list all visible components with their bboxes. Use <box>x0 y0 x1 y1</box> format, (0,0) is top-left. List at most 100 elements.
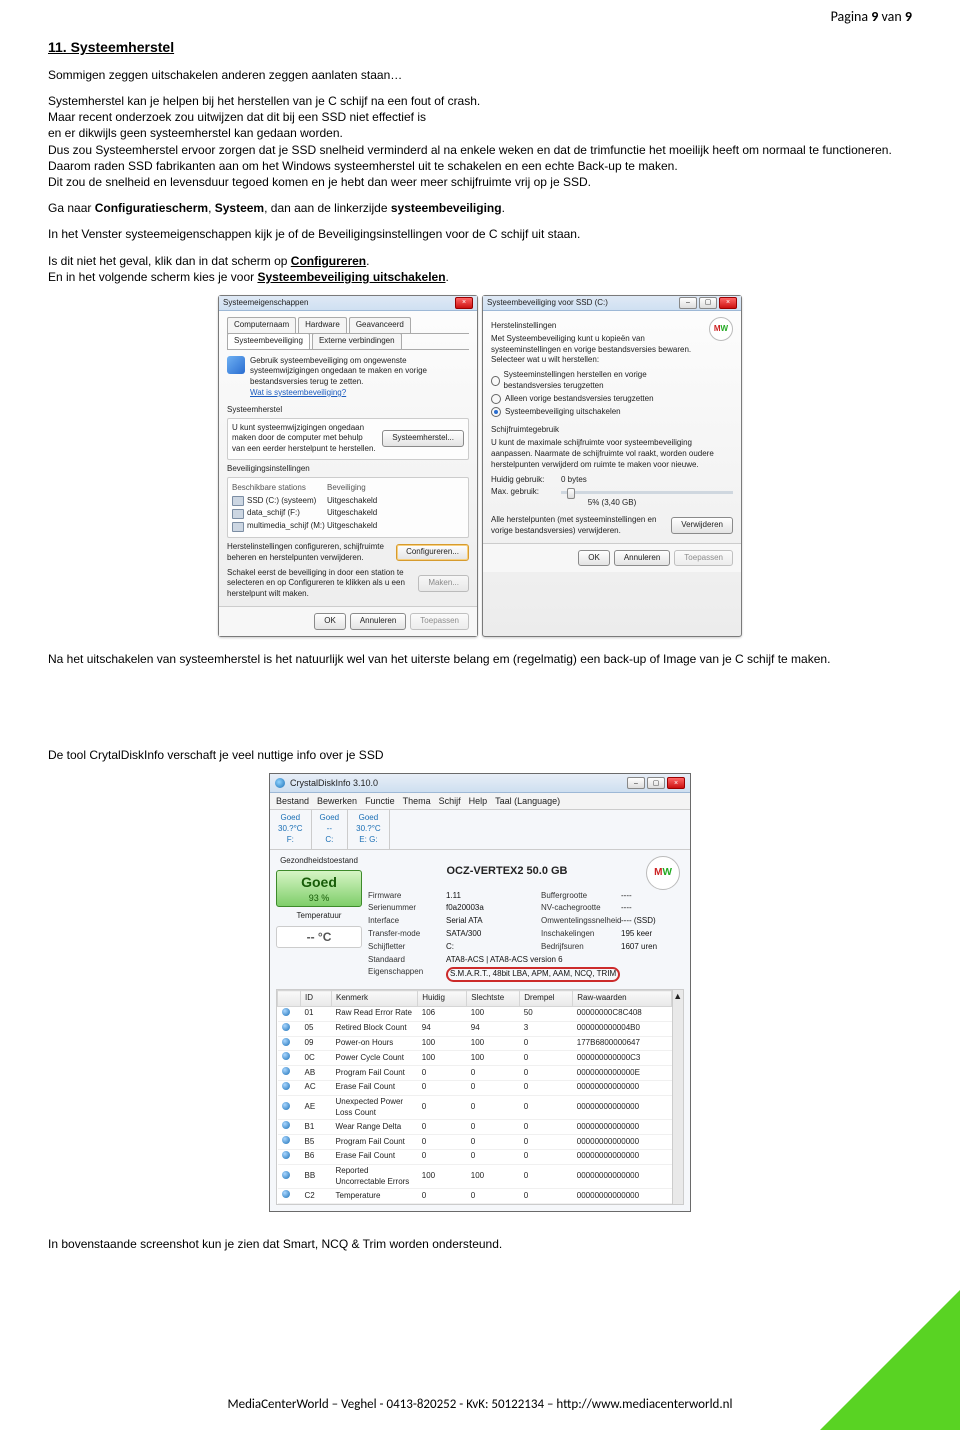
status-dot-icon <box>282 1136 290 1144</box>
tab-hardware[interactable]: Hardware <box>298 317 347 333</box>
verwijderen-button[interactable]: Verwijderen <box>671 517 733 534</box>
menu-schijf[interactable]: Schijf <box>439 795 461 807</box>
disk-tab[interactable]: Goed30.?°CE: G: <box>348 810 390 848</box>
body-text: In het Venster systeemeigenschappen kijk… <box>48 226 912 242</box>
close-icon[interactable]: × <box>455 297 473 309</box>
maken-button[interactable]: Maken... <box>418 575 469 592</box>
titlebar[interactable]: CrystalDiskInfo 3.10.0 – ▢ × <box>270 774 690 793</box>
smart-row[interactable]: B1Wear Range Delta00000000000000000 <box>278 1120 672 1135</box>
col-beveiliging: Beveiliging <box>327 483 464 494</box>
disk-tab[interactable]: Goed--C: <box>312 810 349 848</box>
temperature-label: Temperatuur <box>276 911 362 922</box>
usage-slider[interactable] <box>561 491 733 494</box>
titlebar[interactable]: Systeemeigenschappen × <box>219 296 477 311</box>
drive-icon <box>232 496 244 506</box>
green-corner-decoration <box>820 1290 960 1430</box>
body-text: De tool CrytalDiskInfo verschaft je veel… <box>48 747 912 763</box>
body-text: Dit zou de snelheid en levensduur tegoed… <box>48 174 912 190</box>
col-drempel[interactable]: Drempel <box>520 991 573 1007</box>
col-huidig[interactable]: Huidig <box>418 991 467 1007</box>
status-dot-icon <box>282 1038 290 1046</box>
col-raw[interactable]: Raw-waarden <box>573 991 672 1007</box>
status-dot-icon <box>282 1171 290 1179</box>
radio-disable-protection[interactable]: Systeembeveiliging uitschakelen <box>491 407 703 418</box>
col-blank[interactable] <box>278 991 301 1007</box>
pagenum-mid: van <box>878 8 905 25</box>
close-icon[interactable]: × <box>719 297 737 309</box>
tab-systeembeveiliging[interactable]: Systeembeveiliging <box>227 333 310 349</box>
smart-row[interactable]: C2Temperature00000000000000000 <box>278 1189 672 1204</box>
maximize-icon[interactable]: ▢ <box>699 297 717 309</box>
smart-row[interactable]: 0CPower Cycle Count1001000000000000000C3 <box>278 1051 672 1066</box>
toepassen-button[interactable]: Toepassen <box>674 550 733 567</box>
col-slechtste[interactable]: Slechtste <box>467 991 520 1007</box>
schijfruimte-heading: Schijfruimtegebruik <box>491 425 733 436</box>
tabs-row2: Systeembeveiliging Externe verbindingen <box>227 333 469 350</box>
crystaldiskinfo-window: CrystalDiskInfo 3.10.0 – ▢ × Bestand Bew… <box>269 773 691 1212</box>
smart-row[interactable]: AEUnexpected Power Loss Count00000000000… <box>278 1095 672 1120</box>
ok-button[interactable]: OK <box>314 613 346 630</box>
status-dot-icon <box>282 1082 290 1090</box>
status-dot-icon <box>282 1052 290 1060</box>
tab-computernaam[interactable]: Computernaam <box>227 317 296 333</box>
menu-bewerken[interactable]: Bewerken <box>317 795 357 807</box>
disk-tab[interactable]: Goed30.?°CF: <box>270 810 312 848</box>
systeemherstel-button[interactable]: Systeemherstel... <box>382 430 464 447</box>
health-status: Goed <box>279 873 359 892</box>
body-text: Na het uitschakelen van systeemherstel i… <box>48 651 912 667</box>
delete-description: Alle herstelpunten (met systeeminstellin… <box>491 515 665 537</box>
titlebar[interactable]: Systeembeveiliging voor SSD (C:) – ▢ × <box>483 296 741 311</box>
maximize-icon[interactable]: ▢ <box>647 777 665 789</box>
close-icon[interactable]: × <box>667 777 685 789</box>
menubar: Bestand Bewerken Functie Thema Schijf He… <box>270 793 690 810</box>
smart-row[interactable]: B6Erase Fail Count00000000000000000 <box>278 1149 672 1164</box>
health-status-box: Goed 93 % <box>276 870 362 907</box>
radio-restore-files[interactable]: Alleen vorige bestandsversies terugzette… <box>491 394 703 405</box>
annuleren-button[interactable]: Annuleren <box>350 613 406 630</box>
mcw-logo-icon: MW <box>646 856 680 890</box>
drive-row[interactable]: data_schijf (F:)Uitgeschakeld <box>232 507 464 520</box>
toepassen-button[interactable]: Toepassen <box>410 613 469 630</box>
status-dot-icon <box>282 1023 290 1031</box>
tab-geavanceerd[interactable]: Geavanceerd <box>349 317 411 333</box>
body-text: En in het volgende scherm kies je voor S… <box>48 269 912 285</box>
smart-row[interactable]: 05Retired Block Count94943000000000004B0 <box>278 1021 672 1036</box>
body-text: Is dit niet het geval, klik dan in dat s… <box>48 253 912 269</box>
menu-bestand[interactable]: Bestand <box>276 795 309 807</box>
scrollbar[interactable]: ▲ <box>672 990 683 1204</box>
menu-help[interactable]: Help <box>469 795 488 807</box>
col-kenmerk[interactable]: Kenmerk <box>332 991 418 1007</box>
smart-row[interactable]: 09Power-on Hours1001000177B6800000647 <box>278 1036 672 1051</box>
menu-taal[interactable]: Taal (Language) <box>495 795 560 807</box>
herstel-description: Met Systeembeveiliging kunt u kopieën va… <box>491 334 703 366</box>
dialog-screenshot-pair: Systeemeigenschappen × Computernaam Hard… <box>48 295 912 637</box>
smart-row[interactable]: BBReported Uncorrectable Errors100100000… <box>278 1164 672 1189</box>
configureren-button[interactable]: Configureren... <box>396 544 469 561</box>
radio-restore-all[interactable]: Systeeminstellingen herstellen en vorige… <box>491 370 703 392</box>
max-usage-label: Max. gebruik: <box>491 487 561 498</box>
smart-row[interactable]: B5Program Fail Count00000000000000000 <box>278 1135 672 1150</box>
col-stations: Beschikbare stations <box>232 483 327 494</box>
minimize-icon[interactable]: – <box>627 777 645 789</box>
what-is-link[interactable]: Wat is systeembeveiliging? <box>250 388 346 397</box>
tab-externe-verbindingen[interactable]: Externe verbindingen <box>312 333 402 349</box>
annuleren-button[interactable]: Annuleren <box>614 550 670 567</box>
document-page: Pagina 9 van 9 11. Systeemherstel Sommig… <box>0 0 960 1430</box>
minimize-icon[interactable]: – <box>679 297 697 309</box>
col-id[interactable]: ID <box>301 991 332 1007</box>
space-description: U kunt de maximale schijfruimte voor sys… <box>491 438 733 470</box>
tabs: Computernaam Hardware Geavanceerd <box>227 317 469 334</box>
systeemherstel-heading: Systeemherstel <box>227 405 469 416</box>
menu-thema[interactable]: Thema <box>403 795 431 807</box>
smart-row[interactable]: 01Raw Read Error Rate1061005000000000C8C… <box>278 1006 672 1021</box>
protection-description: Gebruik systeembeveiliging om ongewenste… <box>250 356 469 388</box>
pagenum-total: 9 <box>905 8 912 25</box>
drive-row[interactable]: multimedia_schijf (M:)Uitgeschakeld <box>232 520 464 533</box>
smart-row[interactable]: ACErase Fail Count00000000000000000 <box>278 1080 672 1095</box>
configure-description: Herstelinstellingen configureren, schijf… <box>227 542 390 564</box>
status-dot-icon <box>282 1190 290 1198</box>
ok-button[interactable]: OK <box>578 550 610 567</box>
drive-row[interactable]: SSD (C:) (systeem)Uitgeschakeld <box>232 495 464 508</box>
menu-functie[interactable]: Functie <box>365 795 395 807</box>
smart-row[interactable]: ABProgram Fail Count0000000000000000E <box>278 1066 672 1081</box>
